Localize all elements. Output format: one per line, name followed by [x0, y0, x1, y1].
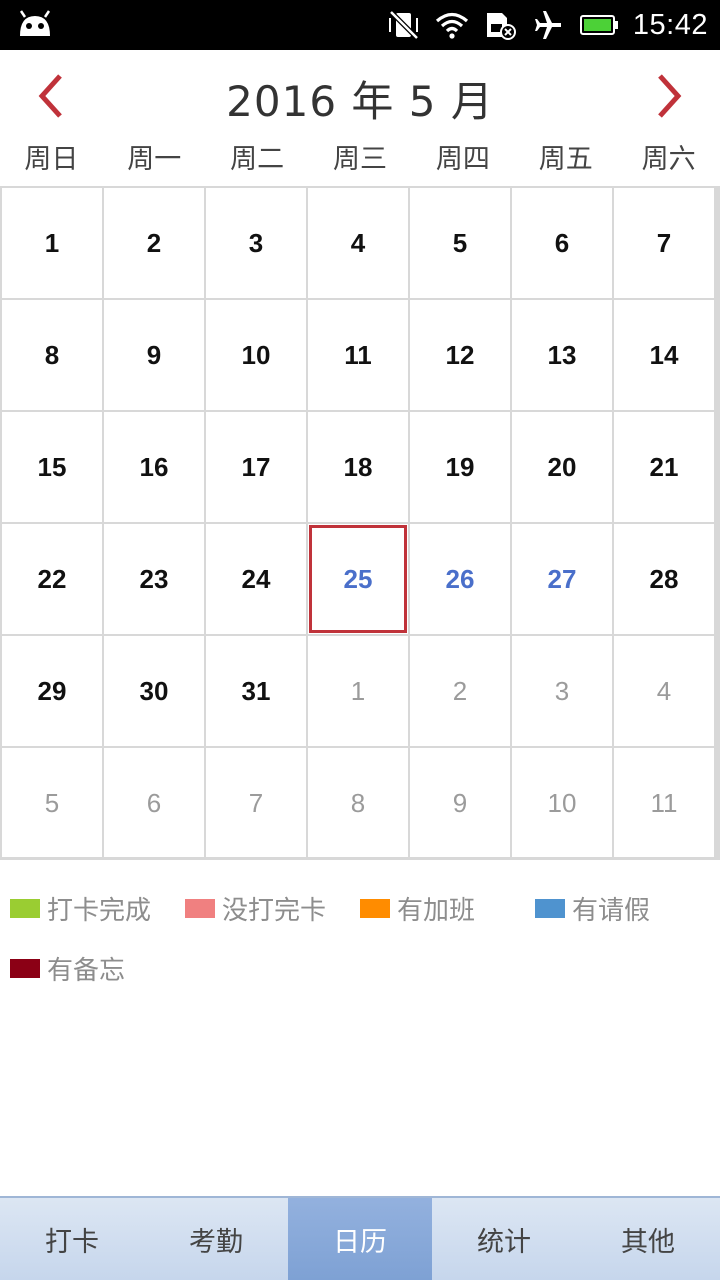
android-icon [19, 10, 51, 36]
sim-error-icon [486, 13, 516, 40]
calendar-day[interactable]: 29 [2, 636, 104, 748]
calendar-week-row: 15 16 17 18 19 20 21 [2, 412, 716, 524]
legend-item-leave: 有请假 [535, 890, 710, 927]
calendar-day[interactable]: 2 [410, 636, 512, 748]
calendar-day[interactable]: 19 [410, 412, 512, 524]
status-bar: 15:42 [0, 0, 720, 50]
legend-swatch [360, 898, 390, 918]
calendar-day[interactable]: 15 [2, 412, 104, 524]
weekday-row: 周日 周一 周二 周三 周四 周五 周六 [0, 137, 720, 181]
month-title: 2016 年 5 月 [226, 77, 494, 126]
calendar-day[interactable]: 28 [614, 524, 716, 636]
wifi-icon [435, 12, 468, 39]
calendar-day[interactable]: 27 [512, 524, 614, 636]
calendar-day[interactable]: 10 [512, 748, 614, 860]
weekday-label: 周三 [333, 144, 387, 175]
calendar-day[interactable]: 5 [410, 188, 512, 300]
calendar-day[interactable]: 21 [614, 412, 716, 524]
calendar-day[interactable]: 16 [104, 412, 206, 524]
legend-item-overtime: 有加班 [360, 890, 535, 927]
calendar-day[interactable]: 24 [206, 524, 308, 636]
calendar-week-row: 8 9 10 11 12 13 14 [2, 300, 716, 412]
airplane-mode-icon [534, 11, 561, 39]
calendar-day[interactable]: 10 [206, 300, 308, 412]
weekday-label: 周六 [641, 144, 696, 175]
legend-item-incomplete: 没打完卡 [185, 890, 360, 927]
calendar-week-row: 5 6 7 8 9 10 11 [2, 748, 716, 860]
tab-calendar[interactable]: 日历 [288, 1198, 432, 1280]
clock-time: 15:42 [632, 8, 708, 41]
weekday-label: 周一 [127, 144, 182, 175]
calendar-grid: 1 2 3 4 5 6 7 8 9 10 11 12 13 14 15 16 17 18 19 20 21 22 23 24 2… [0, 186, 716, 860]
calendar-day[interactable]: 9 [104, 300, 206, 412]
legend-swatch [185, 898, 215, 918]
legend-label: 打卡完成 [47, 895, 152, 926]
weekday-label: 周日 [24, 144, 79, 175]
calendar-week-row: 29 30 31 1 2 3 4 [2, 636, 716, 748]
legend: 打卡完成 没打完卡 有加班 有请假 有备忘 [10, 878, 710, 998]
calendar-day[interactable]: 6 [512, 188, 614, 300]
legend-label: 有加班 [397, 895, 476, 926]
weekday-label: 周四 [435, 144, 490, 175]
legend-label: 有请假 [572, 895, 651, 926]
calendar-day[interactable]: 11 [614, 748, 716, 860]
tab-statistics[interactable]: 统计 [432, 1198, 576, 1280]
legend-label: 有备忘 [47, 955, 126, 986]
calendar-day[interactable]: 22 [2, 524, 104, 636]
legend-item-memo: 有备忘 [10, 950, 125, 987]
calendar-day[interactable]: 3 [512, 636, 614, 748]
calendar-day-today[interactable]: 25 [308, 524, 410, 636]
calendar-day[interactable]: 4 [614, 636, 716, 748]
calendar-day[interactable]: 8 [2, 300, 104, 412]
calendar-day[interactable]: 6 [104, 748, 206, 860]
legend-row: 有备忘 [10, 938, 710, 998]
calendar-day[interactable]: 31 [206, 636, 308, 748]
legend-row: 打卡完成 没打完卡 有加班 有请假 [10, 878, 710, 938]
calendar-day[interactable]: 14 [614, 300, 716, 412]
calendar-day[interactable]: 13 [512, 300, 614, 412]
scroll-edge [714, 186, 720, 860]
vibrate-off-icon [388, 10, 419, 40]
calendar-day[interactable]: 8 [308, 748, 410, 860]
tab-attendance[interactable]: 考勤 [144, 1198, 288, 1280]
legend-label: 没打完卡 [222, 895, 327, 926]
calendar-day[interactable]: 7 [206, 748, 308, 860]
calendar-day[interactable]: 1 [308, 636, 410, 748]
calendar-day[interactable]: 7 [614, 188, 716, 300]
calendar-day[interactable]: 3 [206, 188, 308, 300]
calendar-day[interactable]: 12 [410, 300, 512, 412]
calendar-week-row: 1234567 [2, 188, 716, 300]
legend-item-checked-in: 打卡完成 [10, 890, 185, 927]
legend-swatch [535, 898, 565, 918]
calendar-day[interactable]: 2 [104, 188, 206, 300]
calendar-day[interactable]: 9 [410, 748, 512, 860]
calendar-day[interactable]: 30 [104, 636, 206, 748]
calendar-day[interactable]: 17 [206, 412, 308, 524]
calendar-day[interactable]: 11 [308, 300, 410, 412]
calendar-week-row: 22 23 24 25 26 27 28 [2, 524, 716, 636]
calendar-day[interactable]: 5 [2, 748, 104, 860]
calendar-day[interactable]: 20 [512, 412, 614, 524]
calendar-day[interactable]: 1 [2, 188, 104, 300]
calendar-day[interactable]: 26 [410, 524, 512, 636]
tab-other[interactable]: 其他 [576, 1198, 720, 1280]
battery-icon [579, 15, 618, 35]
bottom-tab-bar: 打卡 考勤 日历 统计 其他 [0, 1196, 720, 1280]
tab-punch[interactable]: 打卡 [0, 1198, 144, 1280]
calendar-day[interactable]: 4 [308, 188, 410, 300]
calendar-day[interactable]: 18 [308, 412, 410, 524]
legend-swatch [10, 958, 40, 978]
calendar-header: 2016 年 5 月 [0, 50, 720, 140]
weekday-label: 周二 [230, 144, 285, 175]
weekday-label: 周五 [538, 144, 593, 175]
chevron-right-icon[interactable] [648, 72, 688, 120]
calendar-day[interactable]: 23 [104, 524, 206, 636]
legend-swatch [10, 898, 40, 918]
